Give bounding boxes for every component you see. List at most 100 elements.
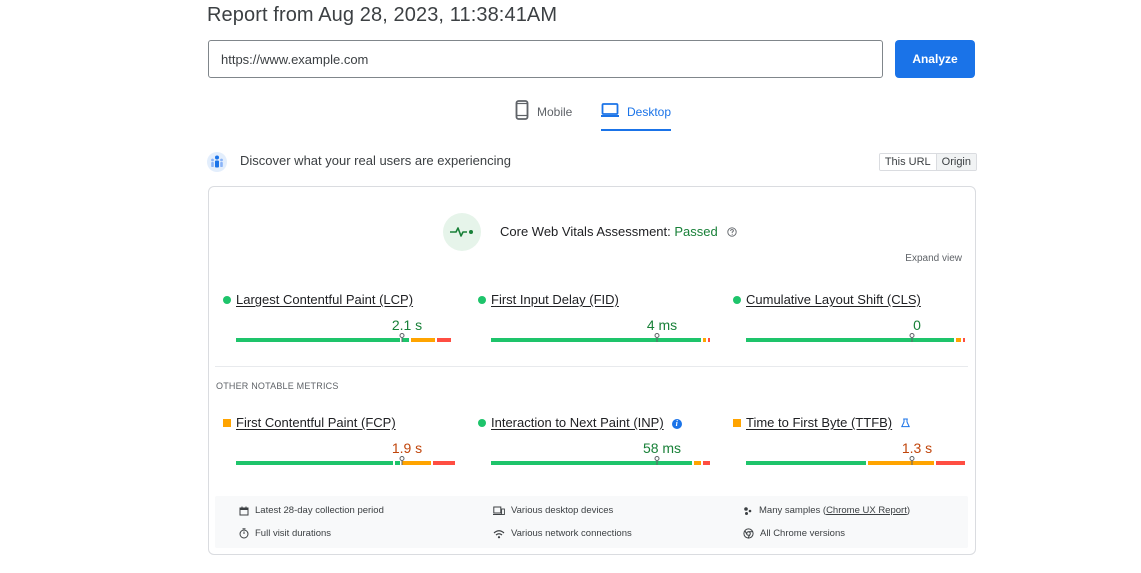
distribution-segment <box>401 338 409 342</box>
distribution-segment <box>432 461 455 465</box>
scope-this-url-button[interactable]: This URL <box>879 154 936 170</box>
metric-rating-dot <box>478 419 486 427</box>
expand-view-link[interactable]: Expand view <box>905 253 962 264</box>
distribution-bar <box>746 333 967 342</box>
percentile-marker <box>399 456 405 465</box>
distribution-segment <box>707 338 710 342</box>
assessment-status: Passed <box>674 224 718 239</box>
wifi-icon <box>493 529 505 538</box>
report-title: Report from Aug 28, 2023, 11:38:41AM <box>207 4 558 26</box>
samples-icon <box>744 506 752 515</box>
metric-rating-dot <box>223 419 231 427</box>
footer-connections: Various network connections <box>493 528 632 539</box>
section-divider <box>215 366 968 367</box>
analyze-button[interactable]: Analyze <box>895 40 975 78</box>
metric-value: 4 ms <box>646 317 678 333</box>
footer-devices-text: Various desktop devices <box>511 505 614 516</box>
tab-mobile-label: Mobile <box>537 105 573 119</box>
metric-rating-dot <box>733 296 741 304</box>
distribution-segment <box>936 461 965 465</box>
calendar-icon <box>239 506 249 515</box>
metric-rating-dot <box>223 296 231 304</box>
distribution-segment <box>410 338 436 342</box>
chrome-icon <box>743 528 754 539</box>
distribution-bar <box>236 333 457 342</box>
metric-inp: Interaction to Next Paint (INP) i 58 ms <box>478 415 710 465</box>
stopwatch-icon <box>239 528 249 539</box>
distribution-segment <box>746 338 954 342</box>
metric-value: 0 <box>913 317 921 333</box>
metric-name[interactable]: Cumulative Layout Shift (CLS) <box>746 292 921 307</box>
distribution-segment <box>236 338 400 342</box>
metric-name[interactable]: Interaction to Next Paint (INP) <box>491 415 664 430</box>
metric-rating-dot <box>478 296 486 304</box>
distribution-segment <box>703 461 710 465</box>
tab-mobile[interactable]: Mobile <box>515 100 572 132</box>
other-metrics-heading: Other notable metrics <box>216 381 339 391</box>
metric-fid: First Input Delay (FID) 4 ms <box>478 292 710 342</box>
distribution-segment <box>236 461 394 465</box>
footer-connections-text: Various network connections <box>511 528 632 539</box>
vitals-pulse-icon <box>443 213 481 251</box>
distribution-segment <box>395 461 400 465</box>
distribution-segment <box>867 461 935 465</box>
percentile-marker <box>909 333 915 342</box>
scope-toggle: This URL Origin <box>878 153 977 171</box>
smartphone-icon <box>515 100 529 120</box>
metric-cls: Cumulative Layout Shift (CLS) 0 <box>733 292 965 342</box>
distribution-segment <box>962 338 965 342</box>
footer-samples-text: Many samples (Chrome UX Report) <box>759 505 910 516</box>
metric-value: 1.9 s <box>391 440 423 456</box>
samples-suffix: ) <box>906 505 911 516</box>
distribution-segment <box>491 338 702 342</box>
data-provenance-footer: Latest 28-day collection period Various … <box>215 496 968 548</box>
percentile-marker <box>654 456 660 465</box>
tab-desktop-label: Desktop <box>627 105 672 119</box>
chrome-ux-report-link[interactable]: Chrome UX Report <box>826 505 907 516</box>
field-data-heading: Discover what your real users are experi… <box>240 153 511 168</box>
footer-devices: Various desktop devices <box>493 505 613 516</box>
flask-icon[interactable] <box>901 416 911 431</box>
metric-name[interactable]: Largest Contentful Paint (LCP) <box>236 292 413 307</box>
metric-name[interactable]: First Input Delay (FID) <box>491 292 619 307</box>
field-data-header: Discover what your real users are experi… <box>207 150 977 174</box>
distribution-segment <box>437 338 451 342</box>
distribution-segment <box>491 461 693 465</box>
info-icon[interactable]: i <box>671 419 682 429</box>
url-input[interactable] <box>208 40 883 78</box>
assessment-label: Core Web Vitals Assessment: <box>500 224 675 239</box>
metric-name[interactable]: First Contentful Paint (FCP) <box>236 415 396 430</box>
metric-fcp: First Contentful Paint (FCP) 1.9 s <box>223 415 455 465</box>
metric-value: 2.1 s <box>391 317 423 333</box>
metric-name[interactable]: Time to First Byte (TTFB) <box>746 415 892 430</box>
distribution-segment <box>694 461 702 465</box>
distribution-segment <box>746 461 866 465</box>
metric-name-wrap[interactable]: Time to First Byte (TTFB) <box>746 415 911 431</box>
metric-value: 58 ms <box>642 440 682 456</box>
samples-prefix: Many samples ( <box>759 505 827 516</box>
footer-durations-text: Full visit durations <box>255 528 332 539</box>
devices-icon <box>493 506 505 515</box>
footer-versions-text: All Chrome versions <box>760 528 845 539</box>
distribution-bar <box>491 456 712 465</box>
metric-name-wrap[interactable]: Interaction to Next Paint (INP) i <box>491 415 682 430</box>
footer-period: Latest 28-day collection period <box>239 505 384 516</box>
help-icon[interactable] <box>727 225 738 240</box>
distribution-bar <box>746 456 967 465</box>
scope-origin-button[interactable]: Origin <box>935 154 976 170</box>
metric-lcp: Largest Contentful Paint (LCP) 2.1 s <box>223 292 451 342</box>
percentile-marker <box>909 456 915 465</box>
laptop-icon <box>601 100 619 120</box>
distribution-segment <box>703 338 706 342</box>
users-icon <box>207 152 227 172</box>
percentile-marker <box>399 333 405 342</box>
metric-value: 1.3 s <box>901 440 933 456</box>
distribution-bar <box>491 333 712 342</box>
metric-rating-dot <box>733 419 741 427</box>
distribution-segment <box>955 338 961 342</box>
distribution-segment <box>401 461 431 465</box>
tab-desktop[interactable]: Desktop <box>601 100 672 132</box>
footer-period-text: Latest 28-day collection period <box>255 505 384 516</box>
metric-ttfb: Time to First Byte (TTFB) 1.3 s <box>733 415 965 465</box>
footer-versions: All Chrome versions <box>743 528 845 539</box>
